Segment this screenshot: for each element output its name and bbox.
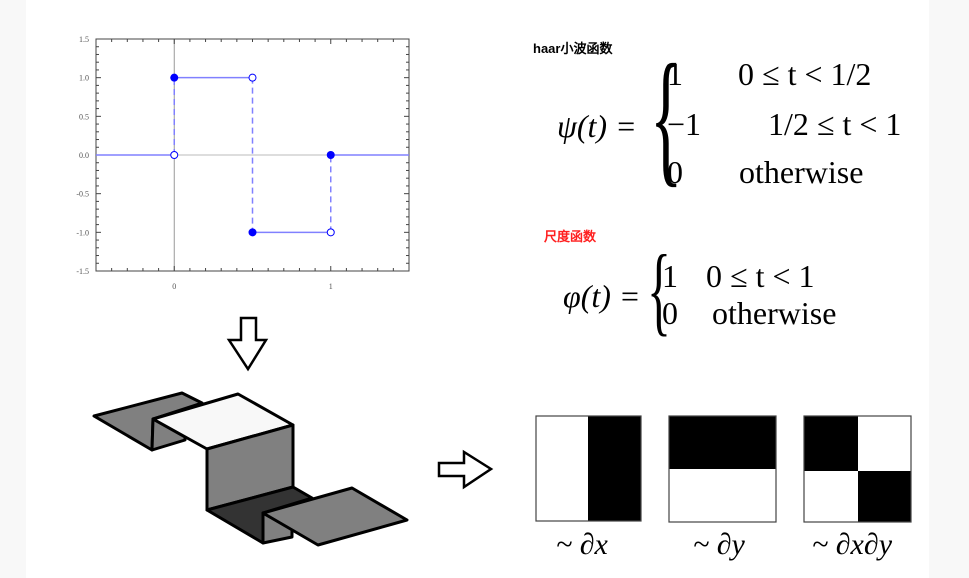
basis-dy-label: ~ ∂y [693,528,745,561]
haar-wavelet-title: haar小波函数 [533,41,613,56]
psi-case-2-value: −1 [667,106,702,142]
psi-lhs: ψ(t) = [557,108,637,144]
phi-lhs: φ(t) = [563,278,641,314]
basis-dy [668,415,777,523]
basis-dx [535,415,642,522]
phi-case-2-value: 0 [662,295,678,331]
basis-dy-black-half [669,416,776,469]
basis-dxdy-black-br [858,471,911,522]
right-arrow-icon [437,449,494,490]
phi-case-2-condition: otherwise [712,295,837,331]
basis-dxdy-black-tl [804,416,858,471]
psi-case-3-condition: otherwise [739,154,864,190]
basis-dx-label: ~ ∂x [556,528,608,561]
basis-dx-black-half [588,416,641,521]
psi-case-1-condition: 0 ≤ t < 1/2 [738,56,872,92]
down-arrow-icon [226,316,269,372]
scale-function-title: 尺度函数 [544,229,597,244]
phi-case-1-condition: 0 ≤ t < 1 [706,258,815,294]
psi-case-3-value: 0 [667,154,683,190]
psi-case-2-condition: 1/2 ≤ t < 1 [768,106,902,142]
haar-3d-surface [92,391,409,547]
phi-case-1-value: 1 [662,258,678,294]
basis-dxdy [803,415,912,523]
psi-case-1-value: 1 [667,56,683,92]
basis-dxdy-label: ~ ∂x∂y [812,528,893,561]
